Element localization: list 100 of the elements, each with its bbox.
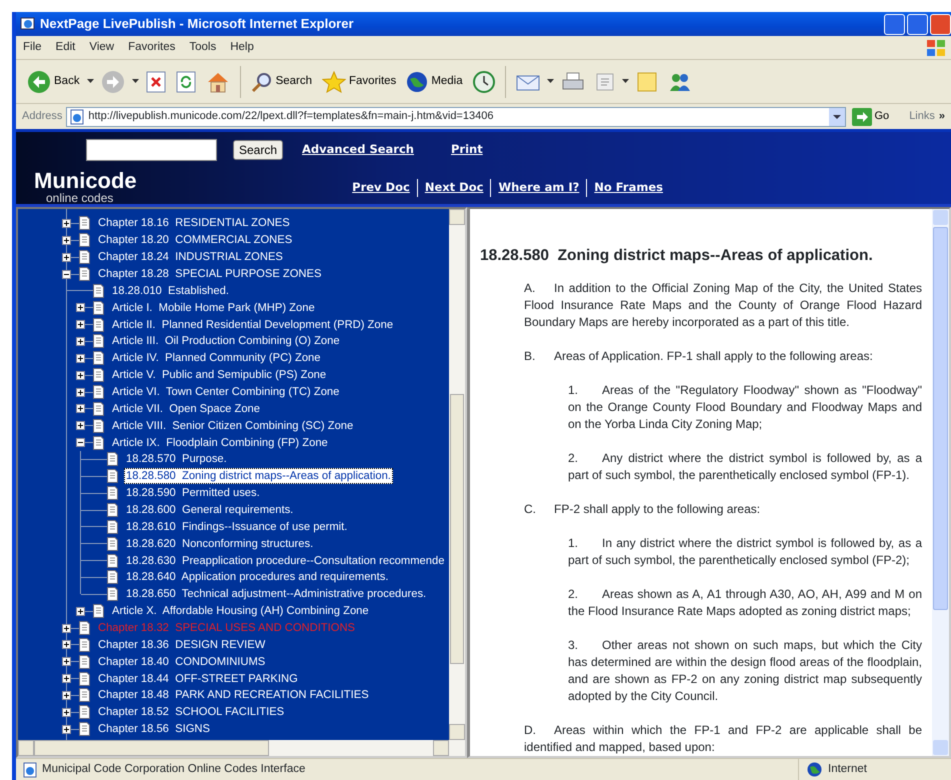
address-label: Address [22, 109, 62, 124]
expand-icon[interactable] [62, 236, 71, 245]
collapse-icon[interactable] [76, 438, 85, 448]
page-icon [22, 762, 38, 778]
nav-link[interactable]: No Frames [594, 179, 663, 197]
header-link[interactable]: Print [450, 140, 483, 158]
tree-link[interactable]: Chapter 18.20 COMMERCIAL ZONES [96, 232, 294, 248]
expand-icon[interactable] [76, 303, 85, 312]
tree-link[interactable]: 18.28.600 General requirements. [124, 502, 296, 518]
search-button[interactable]: Search [233, 140, 284, 160]
more-chevron[interactable]: » [938, 108, 945, 125]
expand-icon[interactable] [76, 404, 85, 414]
expand-icon[interactable] [76, 354, 85, 363]
tree-link[interactable]: Article II. Planned Residential Development (PRD) Zone [110, 316, 396, 333]
nav-link[interactable]: Next Doc [424, 179, 484, 197]
document-paragraph: 1. Areas of the "Regulatory Floodway" shown as "Floodway" on the Orange County Flood Boundary and Floodway Maps and on the Yorba Linda City Zoning Map; [568, 382, 922, 433]
window-title: NextPage LivePublish - Microsoft Internet Explorer [40, 15, 354, 34]
horizontal-scrollbar[interactable] [18, 740, 465, 756]
tree-link[interactable]: 18.28.010 Established. [110, 282, 231, 299]
expand-icon[interactable] [76, 370, 85, 380]
tree-link[interactable]: 18.28.630 Preapplication procedure--Consultation recommende [124, 552, 446, 569]
maximize-button[interactable] [907, 14, 928, 34]
tree-link[interactable]: Chapter 18.36 DESIGN REVIEW [96, 636, 268, 653]
expand-icon[interactable] [62, 708, 71, 717]
expand-icon[interactable] [62, 624, 71, 633]
tree-link[interactable]: 18.28.650 Technical adjustment--Administrative procedures. [124, 586, 428, 602]
collapse-icon[interactable] [62, 270, 71, 278]
tree-link[interactable]: Article VIII. Senior Citizen Combining (SC) Zone [110, 418, 356, 434]
header-link[interactable]: Advanced Search [302, 140, 414, 158]
document-paragraph: 1. In any district where the district symbol is followed by, as a part of such symbol, the parenthetically enclosed symbol (FP-2); [568, 534, 922, 569]
menu-item[interactable]: Favorites [121, 38, 182, 56]
expand-icon[interactable] [62, 218, 71, 228]
menu-item[interactable]: Edit [48, 38, 82, 56]
favorites-button[interactable]: Favorites [319, 68, 400, 94]
document-icon [79, 722, 90, 736]
document-icon [107, 503, 118, 518]
expand-icon[interactable] [62, 657, 71, 666]
address-field[interactable]: http://livepublish.municode.com/22/lpext.dll?f=templates&fn=main-j.htm&vid=13406 [66, 106, 846, 126]
tree-link[interactable]: Chapter 18.28 SPECIAL PURPOSE ZONES [96, 266, 324, 282]
menu-item[interactable]: Tools [182, 38, 224, 56]
nav-link[interactable]: Prev Doc [352, 179, 410, 197]
tree-link[interactable]: Article IX. Floodplain Combining (FP) Zone [110, 434, 330, 451]
expand-icon[interactable] [62, 252, 71, 262]
document-icon [107, 520, 118, 534]
menu-item[interactable]: Help [223, 38, 261, 56]
links-label[interactable]: Links [909, 108, 935, 125]
tree-link[interactable]: Article X. Affordable Housing (AH) Combining Zone [110, 603, 371, 620]
tree-link[interactable]: Article IV. Planned Community (PC) Zone [110, 350, 323, 366]
stop-icon [146, 70, 166, 92]
go-button[interactable]: Go [850, 108, 898, 126]
tree-link[interactable]: Chapter 18.44 OFF-STREET PARKING [96, 670, 300, 687]
vertical-scrollbar[interactable] [449, 209, 465, 740]
expand-icon[interactable] [62, 724, 71, 734]
document-icon [79, 621, 90, 636]
tree-link[interactable]: Chapter 18.24 INDUSTRIAL ZONES [96, 249, 285, 266]
zone-label: Internet [828, 762, 867, 777]
caret-icon [546, 79, 554, 84]
nav-link[interactable]: Where am I? [498, 179, 580, 197]
menu-item[interactable]: File [16, 38, 49, 56]
municode-logo: Municode online codes [33, 170, 137, 204]
expand-icon[interactable] [76, 606, 85, 616]
expand-icon[interactable] [62, 674, 71, 684]
expand-icon[interactable] [76, 320, 85, 330]
expand-icon[interactable] [62, 690, 71, 700]
tree-link[interactable]: Chapter 18.52 SCHOOL FACILITIES [96, 704, 286, 720]
expand-icon[interactable] [76, 388, 85, 397]
minimize-button[interactable] [884, 14, 905, 34]
expand-icon[interactable] [76, 421, 85, 430]
document-icon [107, 536, 118, 551]
expand-icon[interactable] [76, 336, 85, 346]
tree-link[interactable]: 18.28.620 Nonconforming structures. [124, 536, 316, 552]
tree-link[interactable]: Chapter 18.56 SIGNS [96, 721, 212, 738]
tree-link[interactable]: Article I. Mobile Home Park (MHP) Zone [110, 300, 317, 316]
document-icon [79, 688, 90, 702]
globe-icon [807, 762, 822, 777]
vertical-scrollbar[interactable] [932, 209, 949, 756]
tree-link[interactable]: 18.28.640 Application procedures and requirements. [124, 569, 390, 586]
tree-link[interactable]: 18.28.590 Permitted uses. [124, 485, 262, 502]
tree-link[interactable]: Chapter 18.16 RESIDENTIAL ZONES [96, 215, 292, 232]
tree-link[interactable]: 18.28.570 Purpose. [124, 451, 229, 468]
back-button[interactable]: Back [24, 68, 83, 96]
tree-link[interactable]: 18.28.610 Findings--Issuance of use permit. [124, 518, 350, 535]
status-text: Municipal Code Corporation Online Codes Interface [42, 762, 306, 777]
media-button[interactable]: Media [403, 68, 466, 94]
document-icon [79, 233, 90, 248]
search-field[interactable] [86, 138, 217, 161]
close-button[interactable] [930, 14, 951, 34]
tree-link[interactable]: Article VII. Open Space Zone [110, 400, 262, 417]
document-paragraph: D. Areas within which the FP-1 and FP-2 are applicable shall be identified and mapped, based upon: [524, 722, 922, 756]
tree-link[interactable]: Article III. Oil Production Combining (O) Zone [110, 333, 342, 350]
tree-link[interactable]: Chapter 18.40 CONDOMINIUMS [96, 654, 268, 670]
expand-icon[interactable] [62, 640, 71, 650]
document-paragraph: 2. Any district where the district symbol is followed by, as a part of such symbol, the parenthetically enclosed symbol (FP-1). [568, 450, 922, 484]
menu-item[interactable]: View [82, 38, 122, 56]
search-button[interactable]: Search [248, 68, 316, 94]
document-icon [79, 705, 90, 720]
tree-link[interactable]: Article VI. Town Center Combining (TC) Zone [110, 384, 342, 400]
tree-link[interactable]: 18.28.580 Zoning district maps--Areas of application. [124, 468, 393, 484]
tree-link[interactable]: Chapter 18.48 PARK AND RECREATION FACILITIES [96, 687, 371, 704]
tree-link[interactable]: Article V. Public and Semipublic (PS) Zone [110, 367, 328, 384]
